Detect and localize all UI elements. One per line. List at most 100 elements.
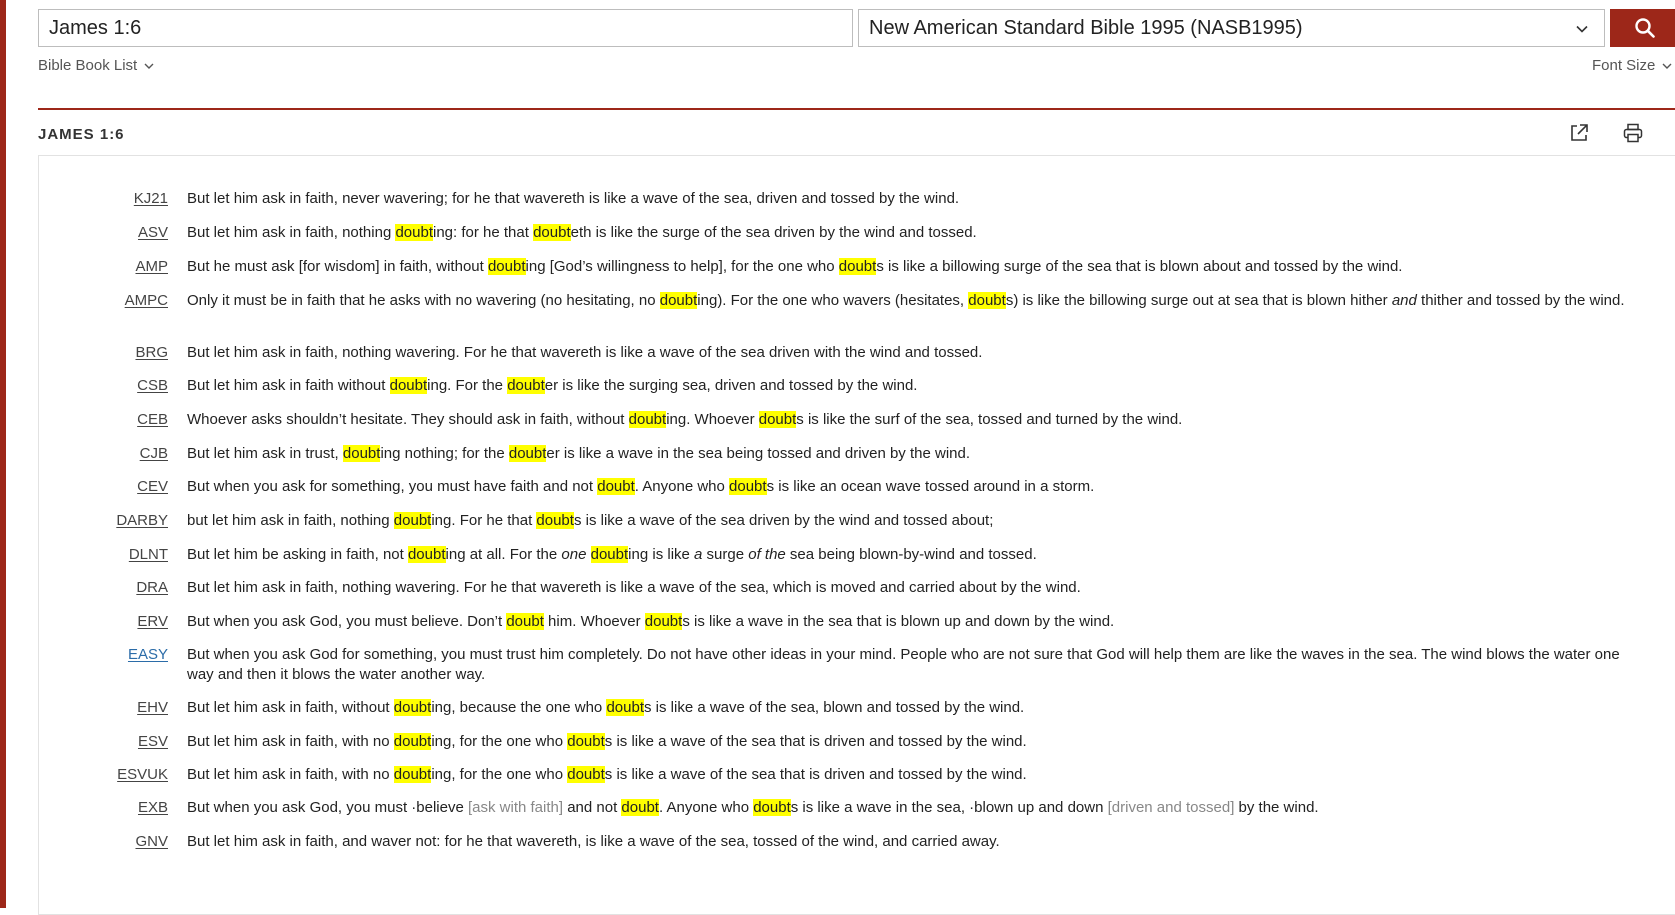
verse-text-segment: But let him ask in faith, nothing <box>187 224 396 241</box>
version-link[interactable]: ESVUK <box>38 765 168 785</box>
verse-text-segment: one <box>561 546 587 563</box>
verse-text: Only it must be in faith that he asks wi… <box>187 291 1642 311</box>
verse-text: But let him ask in faith, without doubti… <box>187 698 1642 718</box>
search-highlight: doubt <box>597 478 635 495</box>
version-link[interactable]: CEV <box>38 477 168 497</box>
verse-text-segment: s) is like the billowing surge out at se… <box>1005 292 1392 309</box>
bible-book-list-toggle[interactable]: Bible Book List <box>38 57 155 74</box>
verse-text: But let him ask in faith, nothing waveri… <box>187 343 1642 363</box>
version-link[interactable]: GNV <box>38 832 168 852</box>
verse-text-segment: . Anyone who <box>658 799 754 816</box>
verse-text-segment: But let him ask in faith, with no <box>187 733 394 750</box>
verse-text-segment: [driven and tossed] <box>1107 799 1235 816</box>
version-link[interactable]: CJB <box>38 444 168 464</box>
search-highlight: doubt <box>389 377 428 394</box>
verse-text-segment: But let him ask in faith, never wavering… <box>187 190 960 207</box>
search-highlight: doubt <box>968 292 1006 309</box>
verse-text: Whoever asks shouldn’t hesitate. They sh… <box>187 410 1642 430</box>
verse-text-segment: ing, for the one who <box>431 766 568 783</box>
search-highlight: doubt <box>753 799 791 816</box>
search-icon <box>1635 18 1655 38</box>
version-select[interactable]: New American Standard Bible 1995 (NASB19… <box>858 9 1605 47</box>
verse-text-segment: But let him ask in faith, nothing waveri… <box>187 344 983 361</box>
verse-text: But let him ask in faith, nothing waveri… <box>187 578 1642 598</box>
verse-text-segment: and <box>1391 292 1417 309</box>
search-highlight: doubt <box>407 546 446 563</box>
search-highlight: doubt <box>590 546 629 563</box>
version-link[interactable]: AMPC <box>38 291 168 311</box>
version-link[interactable]: EASY <box>38 645 168 665</box>
search-highlight: doubt <box>536 512 574 529</box>
version-link[interactable]: BRG <box>38 343 168 363</box>
verse-text-segment: ing. For he that <box>431 512 537 529</box>
verse-text: But let him be asking in faith, not doub… <box>187 545 1642 565</box>
verse-text-segment: s is like a billowing surge of the sea t… <box>876 258 1403 275</box>
open-external-icon[interactable] <box>1568 122 1590 144</box>
verse-text-segment: [ask with faith] <box>467 799 564 816</box>
verse-text-segment: and not <box>563 799 622 816</box>
search-highlight: doubt <box>758 411 797 428</box>
verse-text-segment: surge <box>702 546 749 563</box>
search-highlight: doubt <box>729 478 767 495</box>
search-highlight: doubt <box>606 699 644 716</box>
print-icon[interactable] <box>1622 122 1644 144</box>
chevron-down-icon <box>1662 63 1672 69</box>
verse-text-segment: ing, for the one who <box>431 733 568 750</box>
version-link[interactable]: EHV <box>38 698 168 718</box>
search-highlight: doubt <box>487 258 526 275</box>
search-highlight: doubt <box>533 224 571 241</box>
version-link[interactable]: AMP <box>38 257 168 277</box>
header-divider <box>38 108 1675 110</box>
verse-text-segment: But when you ask for something, you must… <box>187 478 598 495</box>
verse-text-segment: s is like a wave in the sea that is blow… <box>682 613 1115 630</box>
version-link[interactable]: ESV <box>38 732 168 752</box>
search-highlight: doubt <box>342 445 381 462</box>
search-highlight: doubt <box>393 699 432 716</box>
verse-text-segment: s is like a wave in the sea, ·blown up a… <box>790 799 1108 816</box>
bible-book-list-label: Bible Book List <box>38 57 138 74</box>
search-highlight: doubt <box>393 733 432 750</box>
search-button[interactable] <box>1610 9 1675 47</box>
passage-title: JAMES 1:6 <box>38 126 125 143</box>
verse-text: But let him ask in faith, with no doubti… <box>187 765 1642 785</box>
passage-search-input[interactable] <box>38 9 853 47</box>
search-highlight: doubt <box>838 258 877 275</box>
version-link[interactable]: ASV <box>38 223 168 243</box>
verse-text-segment: ing [God’s willingness to help], for the… <box>525 258 839 275</box>
chevron-down-icon <box>1576 25 1588 33</box>
verse-text-segment: ing. For the <box>427 377 508 394</box>
font-size-toggle[interactable]: Font Size <box>1592 57 1673 74</box>
verse-text: But when you ask God, you must believe. … <box>187 612 1642 632</box>
search-highlight: doubt <box>567 766 605 783</box>
verse-text-segment: But when you ask God for something, you … <box>187 646 1620 683</box>
version-link[interactable]: DRA <box>38 578 168 598</box>
search-highlight: doubt <box>507 377 545 394</box>
version-link[interactable]: DLNT <box>38 545 168 565</box>
verse-text-segment: . Anyone who <box>634 478 730 495</box>
verse-text-segment: Whoever asks shouldn’t hesitate. They sh… <box>187 411 629 428</box>
search-highlight: doubt <box>506 613 544 630</box>
verse-text-segment: But let him ask in faith, nothing waveri… <box>187 579 1081 596</box>
version-link[interactable]: CEB <box>38 410 168 430</box>
version-link[interactable]: DARBY <box>38 511 168 531</box>
verse-text-segment: But let him be asking in faith, not <box>187 546 408 563</box>
verse-text: But when you ask for something, you must… <box>187 477 1642 497</box>
verse-text-segment: But when you ask God, you must believe. … <box>187 613 507 630</box>
search-highlight: doubt <box>621 799 659 816</box>
verse-text-segment: eth is like the surge of the sea driven … <box>570 224 977 241</box>
version-link[interactable]: CSB <box>38 376 168 396</box>
search-highlight: doubt <box>393 512 432 529</box>
version-link[interactable]: EXB <box>38 798 168 818</box>
verse-text: But let him ask in faith, nothing doubti… <box>187 223 1642 243</box>
version-link[interactable]: KJ21 <box>38 189 168 209</box>
verse-text: But let him ask in faith, and waver not:… <box>187 832 1642 852</box>
verse-text-segment: ing. Whoever <box>666 411 759 428</box>
font-size-label: Font Size <box>1592 57 1656 74</box>
search-highlight: doubt <box>393 766 432 783</box>
verse-text-segment: but let him ask in faith, nothing <box>187 512 394 529</box>
search-highlight: doubt <box>508 445 547 462</box>
version-select-value: New American Standard Bible 1995 (NASB19… <box>869 16 1303 39</box>
version-link[interactable]: ERV <box>38 612 168 632</box>
verse-text-segment: But let him ask in faith without <box>187 377 390 394</box>
verse-text-segment: But when you ask God, you must ·believe <box>187 799 468 816</box>
